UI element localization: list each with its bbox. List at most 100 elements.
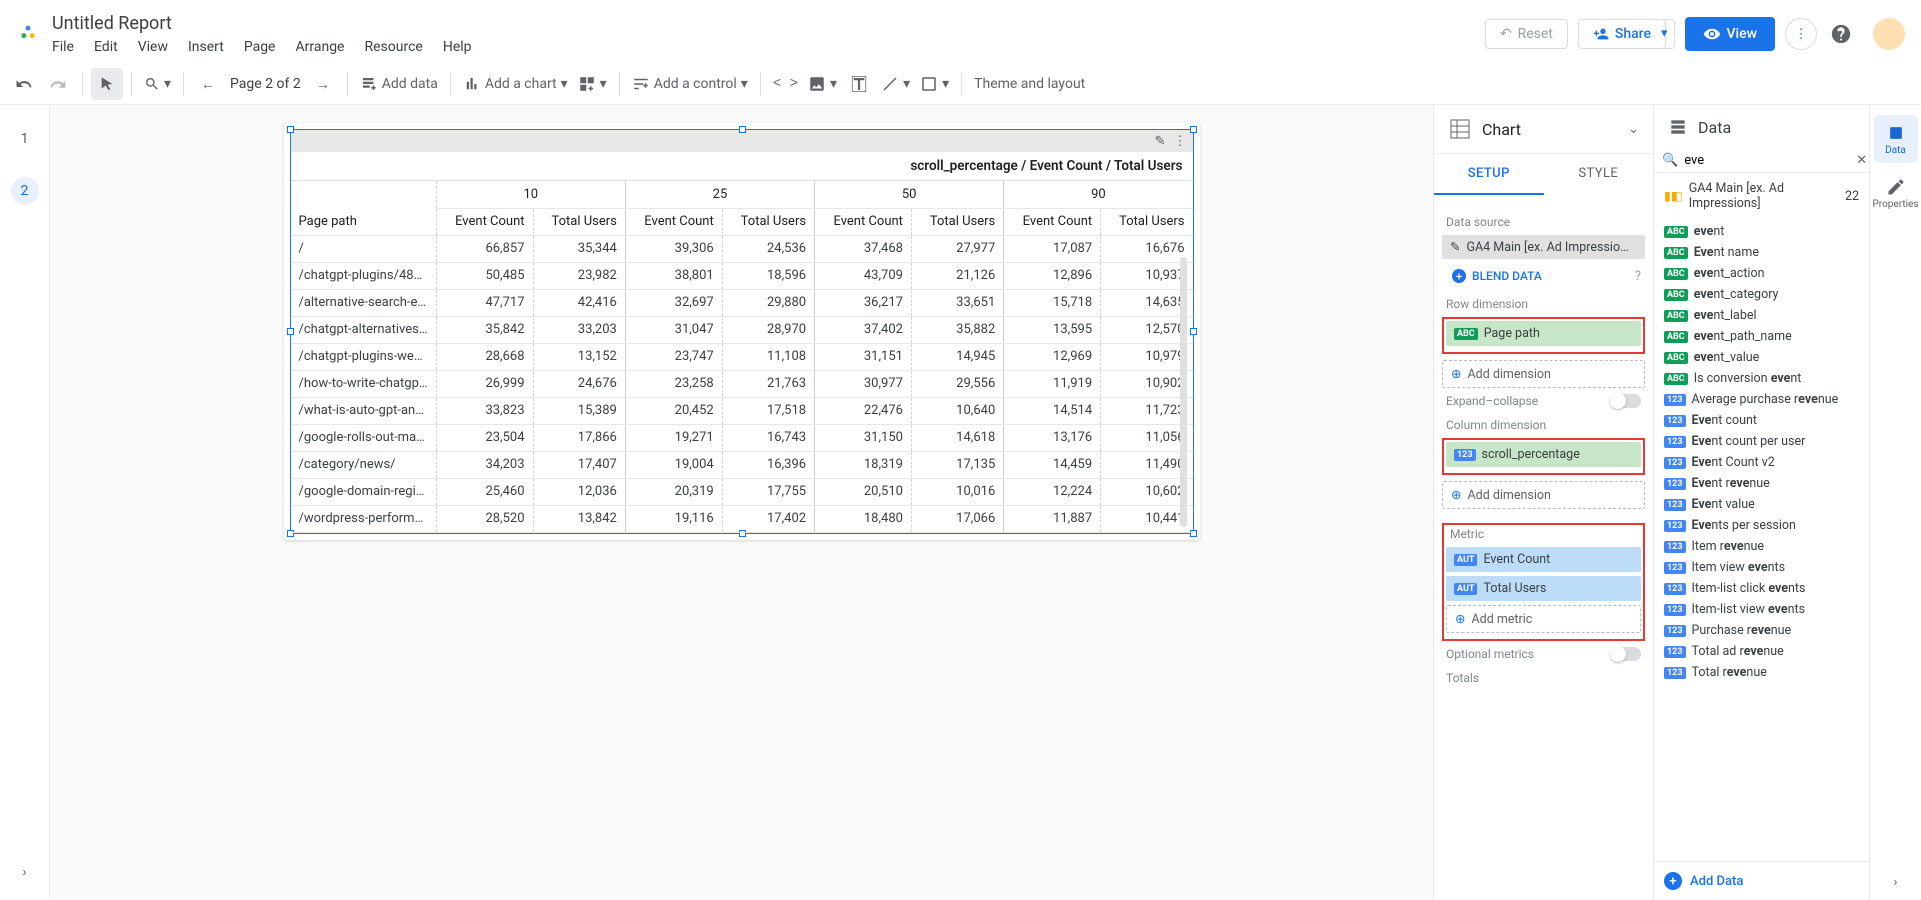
field-item[interactable]: 123Item-list view events (1660, 599, 1863, 620)
menu-edit[interactable]: Edit (94, 39, 118, 55)
pointer-tool[interactable] (91, 68, 123, 100)
field-item[interactable]: 123Event count per user (1660, 431, 1863, 452)
field-item[interactable]: 123Purchase revenue (1660, 620, 1863, 641)
menu-file[interactable]: File (52, 39, 74, 55)
table-row[interactable]: /chatgpt-plugins-web…28,66813,15223,7471… (291, 343, 1193, 370)
field-item[interactable]: 123Average purchase revenue (1660, 389, 1863, 410)
table-row[interactable]: /category/news/34,20317,40719,00416,3961… (291, 451, 1193, 478)
view-button[interactable]: View (1685, 17, 1776, 51)
share-button[interactable]: Share (1578, 19, 1666, 49)
theme-button[interactable]: Theme and layout (970, 68, 1089, 100)
help-button[interactable] (1827, 20, 1855, 48)
field-item[interactable]: 123Item-list click events (1660, 578, 1863, 599)
page-thumb-2[interactable]: 2 (11, 177, 39, 205)
help-icon[interactable]: ? (1635, 269, 1641, 284)
tab-setup[interactable]: SETUP (1434, 154, 1544, 195)
field-item[interactable]: ABCEvent name (1660, 242, 1863, 263)
menu-view[interactable]: View (138, 39, 168, 55)
field-item[interactable]: ABCIs conversion event (1660, 368, 1863, 389)
grid-add-icon (578, 75, 596, 93)
table-row[interactable]: /66,85735,34439,30624,53637,46827,97717,… (291, 235, 1193, 262)
field-item[interactable]: 123Events per session (1660, 515, 1863, 536)
field-item[interactable]: ABCevent_path_name (1660, 326, 1863, 347)
field-item[interactable]: ABCevent_label (1660, 305, 1863, 326)
community-viz-button[interactable]: ▾ (574, 68, 611, 100)
undo-button[interactable] (8, 68, 40, 100)
undo-icon: ↶ (1500, 26, 1512, 42)
table-row[interactable]: /google-rolls-out-mar…23,50417,86619,271… (291, 424, 1193, 451)
add-metric[interactable]: ⊕Add metric (1446, 605, 1641, 633)
embed-button[interactable]: < > (769, 68, 802, 100)
field-item[interactable]: ABCevent_category (1660, 284, 1863, 305)
clear-search-icon[interactable]: ✕ (1856, 153, 1867, 168)
blend-data-button[interactable]: +BLEND DATA (1446, 265, 1548, 287)
add-row-dimension[interactable]: ⊕Add dimension (1442, 360, 1645, 388)
field-item[interactable]: 123Item view events (1660, 557, 1863, 578)
metric-chip-2[interactable]: AUTTotal Users (1446, 576, 1641, 601)
field-search-input[interactable] (1684, 153, 1850, 168)
row-dimension-chip[interactable]: ABCPage path (1446, 321, 1641, 346)
user-avatar[interactable] (1873, 18, 1905, 50)
image-button[interactable]: ▾ (804, 68, 841, 100)
next-page-button[interactable]: → (307, 68, 339, 100)
field-item[interactable]: 123Total ad revenue (1660, 641, 1863, 662)
data-source-row[interactable]: ▮◧GA4 Main [ex. Ad Impressions] 22 (1654, 173, 1869, 219)
shape-button[interactable]: ▾ (916, 68, 953, 100)
share-dropdown[interactable]: ▾ (1655, 19, 1675, 49)
tab-style[interactable]: STYLE (1544, 154, 1654, 195)
zoom-dropdown[interactable]: ▾ (140, 68, 175, 100)
table-row[interactable]: /how-to-write-chatgpt…26,99924,67623,258… (291, 370, 1193, 397)
table-row[interactable]: /alternative-search-e…47,71742,41632,697… (291, 289, 1193, 316)
data-source-chip[interactable]: ✎GA4 Main [ex. Ad Impressio… (1442, 235, 1645, 259)
table-row[interactable]: /chatgpt-alternatives…35,84233,20331,047… (291, 316, 1193, 343)
menu-page[interactable]: Page (244, 39, 276, 55)
field-item[interactable]: 123Event revenue (1660, 473, 1863, 494)
field-item[interactable]: ABCevent (1660, 221, 1863, 242)
column-dimension-chip[interactable]: 123scroll_percentage (1446, 442, 1641, 467)
prev-page-button[interactable]: ← (192, 68, 224, 100)
expand-thumbs-icon[interactable]: › (23, 865, 27, 880)
menu-arrange[interactable]: Arrange (296, 39, 345, 55)
field-item[interactable]: 123Total revenue (1660, 662, 1863, 683)
plus-icon: ⊕ (1451, 487, 1461, 503)
chevron-down-icon[interactable]: ⌄ (1628, 122, 1639, 137)
canvas[interactable]: ✎ ⋮ scroll_percentage / Event Count / To… (50, 105, 1433, 900)
optional-metrics-toggle[interactable] (1611, 647, 1641, 661)
add-control-dropdown[interactable]: Add a control ▾ (628, 68, 752, 100)
line-button[interactable]: ▾ (877, 68, 914, 100)
expand-toggle[interactable] (1611, 394, 1641, 408)
rail-properties-button[interactable]: Properties (1874, 169, 1918, 217)
chart-more-icon[interactable]: ⋮ (1174, 134, 1187, 149)
row-dimension-label: Row dimension (1446, 297, 1641, 311)
table-row[interactable]: /chatgpt-plugins/485…50,48523,98238,8011… (291, 262, 1193, 289)
metric-chip-1[interactable]: AUTEvent Count (1446, 547, 1641, 572)
collapse-rail-icon[interactable]: › (1884, 865, 1908, 900)
field-item[interactable]: 123Item revenue (1660, 536, 1863, 557)
main-area: 1 2 › ✎ ⋮ scroll_percentage / Event Coun… (0, 105, 1921, 900)
menu-help[interactable]: Help (443, 39, 472, 55)
table-row[interactable]: /wordpress-performa…28,52013,84219,11617… (291, 505, 1193, 532)
field-item[interactable]: ABCevent_action (1660, 263, 1863, 284)
redo-button[interactable] (42, 68, 74, 100)
table-row[interactable]: /what-is-auto-gpt-and…33,82315,38920,452… (291, 397, 1193, 424)
more-options-button[interactable]: ⋮ (1785, 18, 1817, 50)
scrollbar[interactable] (1180, 257, 1187, 527)
field-item[interactable]: ABCevent_value (1660, 347, 1863, 368)
field-item[interactable]: 123Event count (1660, 410, 1863, 431)
reset-button[interactable]: ↶Reset (1485, 19, 1568, 49)
document-title[interactable]: Untitled Report (52, 13, 1485, 35)
field-item[interactable]: 123Event value (1660, 494, 1863, 515)
add-column-dimension[interactable]: ⊕Add dimension (1442, 481, 1645, 509)
pencil-icon[interactable]: ✎ (1155, 134, 1166, 149)
selected-chart[interactable]: ✎ ⋮ scroll_percentage / Event Count / To… (290, 129, 1194, 534)
field-item[interactable]: 123Event Count v2 (1660, 452, 1863, 473)
text-button[interactable] (843, 68, 875, 100)
add-data-button[interactable]: Add data (356, 68, 442, 100)
table-row[interactable]: /google-domain-regis…25,46012,03620,3191… (291, 478, 1193, 505)
menu-resource[interactable]: Resource (364, 39, 422, 55)
rail-data-button[interactable]: Data (1874, 115, 1918, 163)
add-data-source-button[interactable]: + Add Data (1654, 861, 1869, 900)
add-chart-dropdown[interactable]: Add a chart ▾ (459, 68, 572, 100)
page-thumb-1[interactable]: 1 (11, 125, 39, 153)
menu-insert[interactable]: Insert (188, 39, 224, 55)
